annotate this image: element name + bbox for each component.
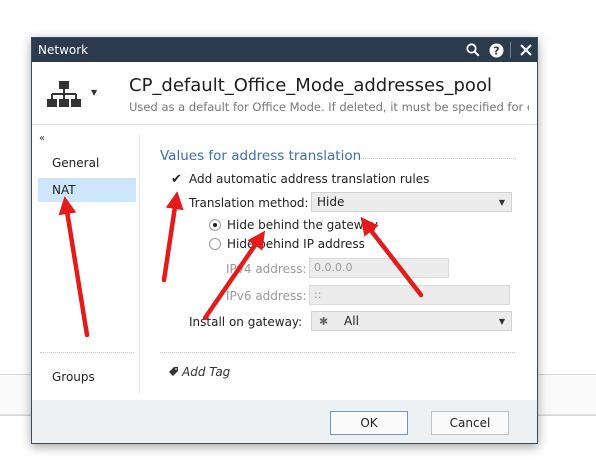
collapse-sidebar-icon[interactable]: ‹‹: [39, 133, 45, 144]
object-description[interactable]: Used as a default for Office Mode. If de…: [129, 100, 529, 114]
cancel-button[interactable]: Cancel: [431, 411, 509, 435]
add-tag-link[interactable]: Add Tag: [168, 365, 230, 379]
ipv6-label: IPv6 address:: [226, 289, 307, 303]
install-gateway-label: Install on gateway:: [189, 315, 303, 329]
auto-rules-checkbox[interactable]: ✔: [170, 173, 183, 186]
object-name[interactable]: CP_default_Office_Mode_addresses_pool: [129, 75, 492, 96]
ipv4-input[interactable]: 0.0.0.0: [309, 258, 449, 278]
search-icon[interactable]: [462, 38, 484, 62]
hide-gateway-label[interactable]: Hide behind the gateway: [227, 218, 378, 232]
window-title: Network: [38, 43, 89, 57]
titlebar-separator: [510, 42, 511, 58]
sidebar-divider: [40, 352, 134, 353]
auto-rules-label[interactable]: Add automatic address translation rules: [189, 172, 429, 186]
section-title: Values for address translation: [160, 148, 362, 164]
network-dialog: Network ? ▼ CP_default_Office_Mode_addre…: [31, 37, 538, 444]
sidebar-item-nat[interactable]: NAT: [38, 178, 136, 202]
chevron-down-icon: ▼: [498, 317, 505, 326]
sidebar: ‹‹ General NAT Groups: [32, 125, 139, 400]
translation-method-value: Hide: [317, 195, 345, 209]
install-gateway-value: All: [344, 314, 359, 328]
add-tag-label: Add Tag: [182, 365, 231, 379]
svg-text:?: ?: [493, 44, 499, 57]
sidebar-item-general[interactable]: General: [38, 151, 136, 175]
hide-ip-label[interactable]: Hide behind IP address: [227, 237, 365, 251]
sidebar-item-groups[interactable]: Groups: [38, 365, 136, 389]
title-bar: Network ?: [32, 38, 537, 62]
asterisk-icon: ✱: [319, 315, 329, 328]
sidebar-separator: [139, 134, 140, 394]
object-header: ▼ CP_default_Office_Mode_addresses_pool …: [32, 62, 537, 124]
footer-rule: [160, 352, 515, 353]
network-tree-icon[interactable]: [46, 80, 82, 114]
ipv4-label: IPv4 address:: [226, 262, 307, 276]
section-rule: [361, 158, 516, 159]
hide-ip-radio[interactable]: [209, 238, 221, 250]
ipv6-input[interactable]: ::: [309, 285, 510, 305]
translation-method-select[interactable]: Hide ▼: [311, 192, 512, 212]
hide-gateway-radio[interactable]: [209, 219, 221, 231]
dialog-footer: OK Cancel: [32, 400, 537, 443]
chevron-down-icon: ▼: [498, 198, 505, 207]
ok-button[interactable]: OK: [330, 411, 408, 435]
tag-icon: [169, 367, 178, 376]
install-gateway-select[interactable]: ✱ All ▼: [311, 311, 512, 331]
help-icon[interactable]: ?: [485, 38, 507, 62]
close-icon[interactable]: [515, 38, 537, 62]
translation-method-label: Translation method:: [189, 196, 309, 210]
icon-dropdown-icon[interactable]: ▼: [91, 88, 97, 97]
